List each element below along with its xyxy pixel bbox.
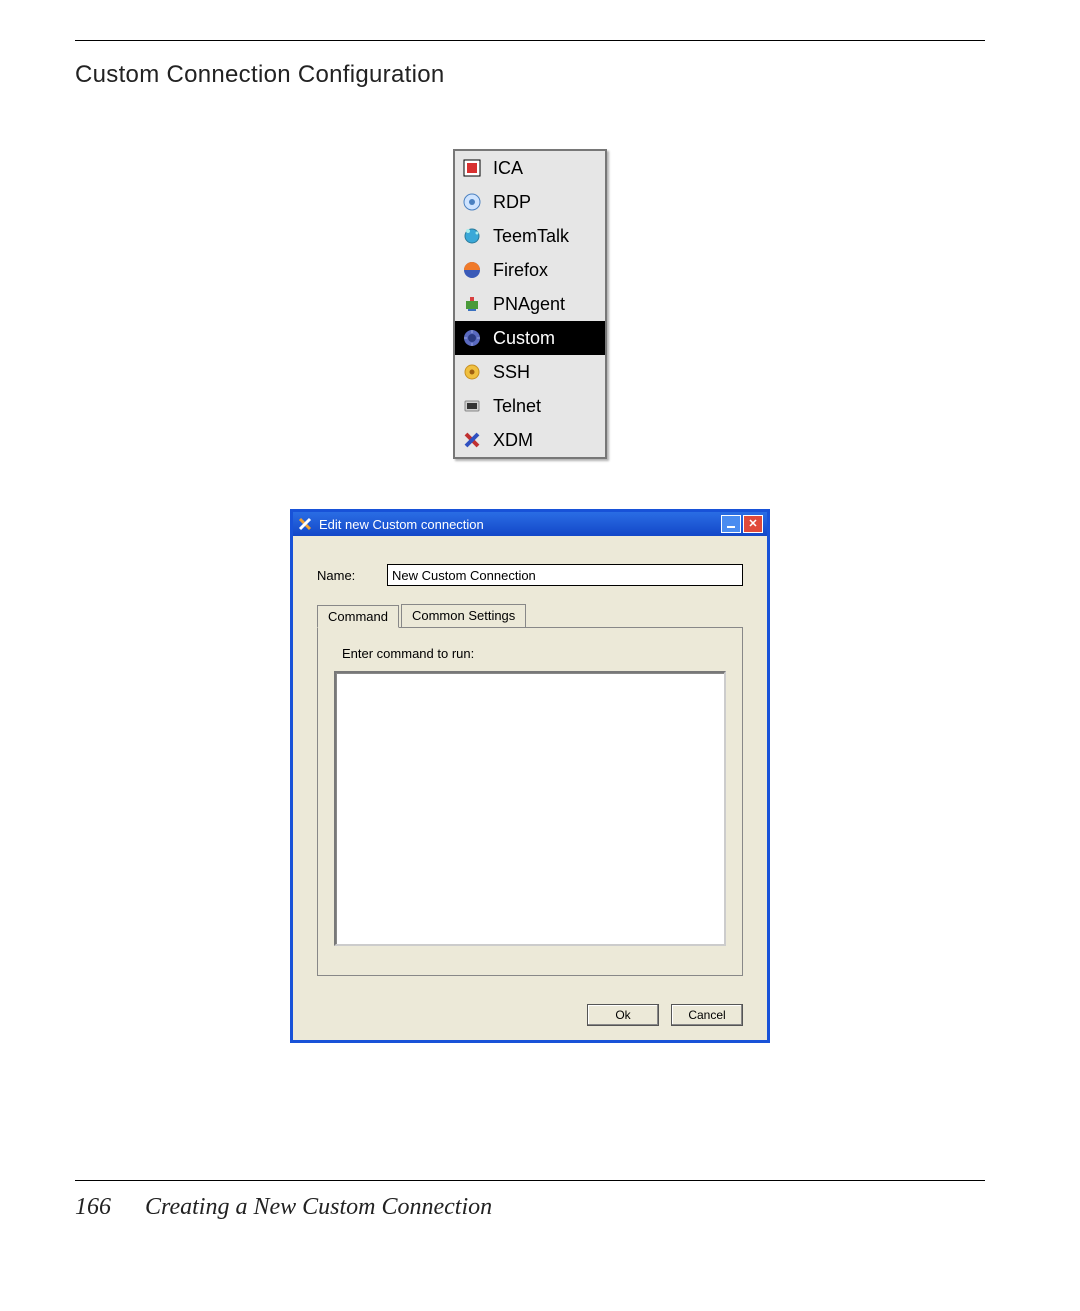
menu-label: Telnet [493,396,599,417]
menu-label: ICA [493,158,599,179]
page-number: 166 [75,1194,111,1220]
custom-icon [461,327,483,349]
page: Custom Connection Configuration ICA RDP … [0,0,1080,1311]
chapter-title: Creating a New Custom Connection [145,1194,492,1220]
footer-rule [75,1180,985,1181]
command-textarea[interactable] [334,671,726,946]
footer: 166 Creating a New Custom Connection [75,1194,492,1221]
menu-item-pnagent[interactable]: PNAgent [455,287,605,321]
titlebar[interactable]: Edit new Custom connection ✕ [293,512,767,536]
tab-command[interactable]: Command [317,605,399,628]
name-row: Name: [317,564,743,586]
ica-icon [461,157,483,179]
cancel-button[interactable]: Cancel [671,1004,743,1026]
menu-label: RDP [493,192,599,213]
tab-label: Common Settings [412,608,515,623]
xdm-icon [461,429,483,451]
rdp-icon [461,191,483,213]
menu-label: Custom [493,328,599,349]
menu-item-ica[interactable]: ICA [455,151,605,185]
tab-label: Command [328,609,388,624]
xlogo-icon [297,516,313,532]
menu-label: Firefox [493,260,599,281]
edit-custom-dialog: Edit new Custom connection ✕ Name: Comma… [290,509,770,1043]
header-rule [75,40,985,41]
ok-button[interactable]: Ok [587,1004,659,1026]
menu-item-custom[interactable]: Custom [455,321,605,355]
close-button[interactable]: ✕ [743,515,763,533]
dialog-buttons: Ok Cancel [317,1004,743,1026]
telnet-icon [461,395,483,417]
menu-item-xdm[interactable]: XDM [455,423,605,457]
menu-item-teemtalk[interactable]: TeemTalk [455,219,605,253]
tabs: Command Common Settings [317,604,743,627]
name-input[interactable] [387,564,743,586]
menu-item-ssh[interactable]: SSH [455,355,605,389]
ssh-icon [461,361,483,383]
menu-label: TeemTalk [493,226,599,247]
minimize-button[interactable] [721,515,741,533]
name-label: Name: [317,568,387,583]
dialog-title: Edit new Custom connection [319,517,721,532]
connection-menu: ICA RDP TeemTalk Firefox PNAgent [453,149,607,459]
menu-label: XDM [493,430,599,451]
menu-item-telnet[interactable]: Telnet [455,389,605,423]
tab-panel-command: Enter command to run: [317,627,743,976]
pnagent-icon [461,293,483,315]
dialog-container: Edit new Custom connection ✕ Name: Comma… [290,509,770,1043]
firefox-icon [461,259,483,281]
menu-label: SSH [493,362,599,383]
section-title: Custom Connection Configuration [75,61,985,89]
menu-item-firefox[interactable]: Firefox [455,253,605,287]
tab-common-settings[interactable]: Common Settings [401,604,526,627]
command-hint: Enter command to run: [342,646,726,661]
dialog-body: Name: Command Common Settings Enter comm… [293,536,767,1040]
teemtalk-icon [461,225,483,247]
menu-item-rdp[interactable]: RDP [455,185,605,219]
menu-label: PNAgent [493,294,599,315]
